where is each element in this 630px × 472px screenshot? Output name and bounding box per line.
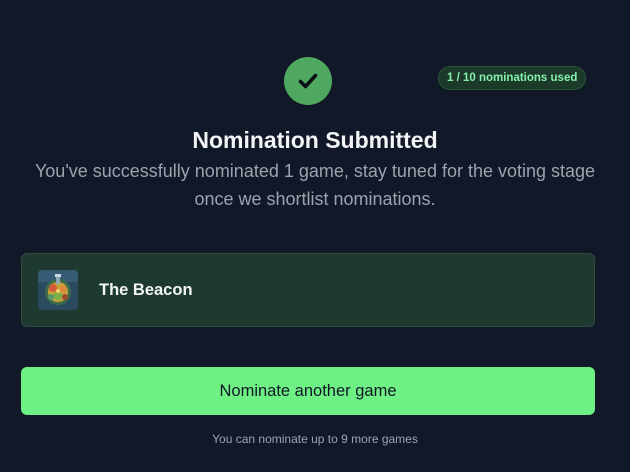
check-icon bbox=[298, 73, 318, 89]
page-title: Nomination Submitted bbox=[192, 127, 438, 153]
nominated-game-card: The Beacon bbox=[21, 253, 595, 327]
game-thumbnail bbox=[38, 270, 78, 310]
confirmation-message: You've successfully nominated 1 game, st… bbox=[34, 161, 596, 209]
game-cover-art-icon bbox=[38, 270, 78, 310]
remaining-nominations-note: You can nominate up to 9 more games bbox=[212, 432, 418, 446]
nominations-used-badge: 1 / 10 nominations used bbox=[438, 66, 587, 90]
nomination-confirmation-screen: 1 / 10 nominations used Nomination Submi… bbox=[0, 0, 630, 472]
nominate-another-game-button[interactable]: Nominate another game bbox=[21, 367, 595, 415]
game-title: The Beacon bbox=[99, 280, 193, 299]
success-check-badge bbox=[284, 57, 332, 105]
